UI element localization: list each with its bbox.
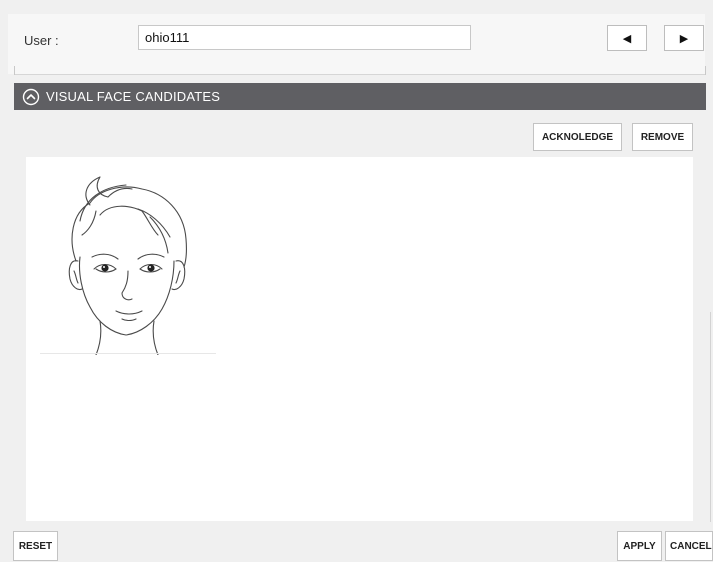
apply-button[interactable]: APPLY <box>617 531 662 561</box>
male-face-line-drawing <box>68 176 187 356</box>
triangle-left-icon: ◀ <box>622 32 632 45</box>
chevron-up-circle-icon[interactable] <box>22 88 40 106</box>
acknowledge-button[interactable]: ACKNOLEDGE <box>533 123 622 151</box>
remove-button[interactable]: REMOVE <box>632 123 693 151</box>
previous-button[interactable]: ◀ <box>607 25 647 51</box>
scrollbar-track[interactable] <box>710 312 711 522</box>
section-header: VISUAL FACE CANDIDATES <box>14 83 706 110</box>
face-candidates-area <box>26 157 693 521</box>
user-input[interactable] <box>138 25 471 50</box>
cancel-button[interactable]: CANCEL <box>665 531 713 561</box>
next-button[interactable]: ▶ <box>664 25 704 51</box>
divider-tick <box>14 66 15 75</box>
face-card-baseline <box>40 353 216 354</box>
triangle-right-icon: ▶ <box>679 32 689 45</box>
divider-tick <box>705 66 706 75</box>
face-candidate-card[interactable] <box>38 169 216 356</box>
reset-button[interactable]: RESET <box>13 531 58 561</box>
user-label: User : <box>24 33 59 48</box>
top-divider <box>14 74 706 75</box>
section-title: VISUAL FACE CANDIDATES <box>46 89 221 104</box>
